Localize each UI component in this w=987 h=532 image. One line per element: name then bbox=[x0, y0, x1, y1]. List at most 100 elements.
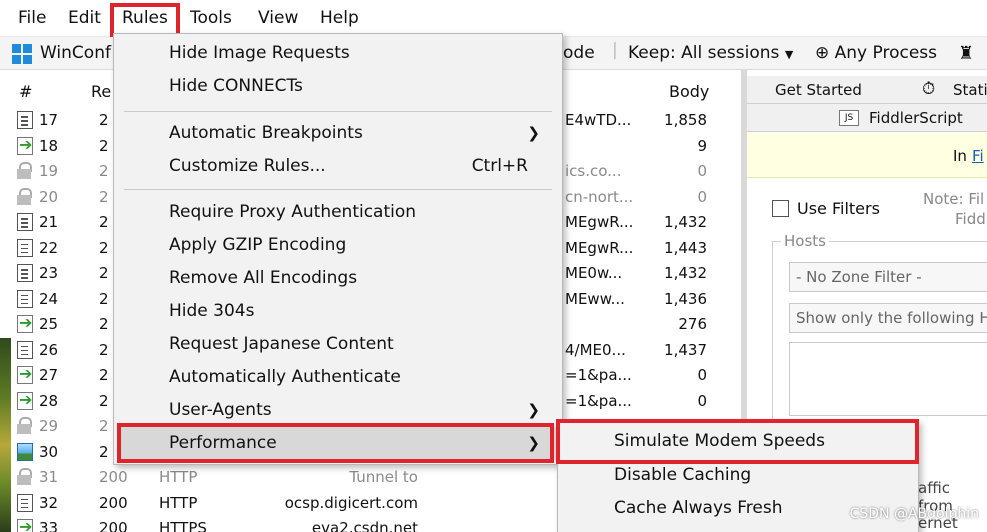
column-body[interactable]: Body bbox=[669, 82, 709, 101]
arrow-icon bbox=[17, 390, 33, 410]
row-result: 2 bbox=[99, 162, 109, 180]
column-number[interactable]: # bbox=[19, 82, 32, 101]
menu-item-hide-image-requests[interactable]: Hide Image Requests bbox=[114, 37, 564, 70]
any-process-button[interactable]: ⊕ Any Process bbox=[815, 43, 937, 63]
menu-item-hide-connects[interactable]: Hide CONNECTs bbox=[114, 70, 564, 103]
doc-icon bbox=[17, 493, 33, 512]
row-url: cn-nort... bbox=[565, 187, 634, 206]
lock-icon bbox=[17, 187, 33, 206]
row-result: 200 bbox=[99, 493, 128, 512]
doc-icon bbox=[17, 264, 33, 282]
rules-menu: Hide Image Requests Hide CONNECTs Automa… bbox=[113, 33, 563, 465]
hosts-textarea[interactable] bbox=[789, 342, 987, 416]
tab-get-started[interactable]: Get Started bbox=[775, 81, 862, 99]
menu-item-request-japanese[interactable]: Request Japanese Content bbox=[114, 328, 564, 361]
row-url: MEgwR... bbox=[565, 238, 634, 257]
menu-help[interactable]: Help bbox=[320, 8, 359, 28]
row-number: 30 bbox=[39, 442, 59, 461]
row-host: Tunnel to bbox=[349, 468, 418, 486]
menu-tools[interactable]: Tools bbox=[190, 8, 232, 28]
row-url: 4/ME0... bbox=[565, 340, 626, 359]
lock-icon bbox=[17, 417, 33, 435]
binoculars-icon[interactable]: ♜ bbox=[958, 43, 974, 64]
watermark: CSDN @ABdolphin bbox=[849, 506, 979, 522]
arrow-icon bbox=[17, 517, 33, 532]
winconfig-button[interactable]: WinConf bbox=[40, 43, 111, 63]
row-body: 1,432 bbox=[664, 264, 707, 282]
menu-item-hide-304s[interactable]: Hide 304s bbox=[114, 295, 564, 328]
tab-fiddlerscript[interactable]: FiddlerScript bbox=[869, 109, 963, 127]
info-link[interactable]: Fi bbox=[972, 147, 984, 165]
row-result: 2 bbox=[99, 340, 109, 359]
row-url: ics.co... bbox=[565, 162, 622, 180]
inspector-tabs: Get Started ⏱ Stati bbox=[747, 76, 987, 104]
row-url: =1&pa... bbox=[565, 391, 632, 410]
tab-statistics[interactable]: Stati bbox=[953, 81, 987, 99]
row-number: 18 bbox=[39, 136, 59, 155]
row-body: 0 bbox=[697, 162, 707, 180]
decode-button-label[interactable]: ode bbox=[563, 43, 595, 63]
row-body: 1,436 bbox=[664, 289, 707, 308]
menu-item-remove-all-encodings[interactable]: Remove All Encodings bbox=[114, 262, 564, 295]
filter-note-line2: Fidd bbox=[955, 210, 986, 228]
arrow-icon bbox=[17, 135, 33, 155]
row-result: 2 bbox=[99, 315, 109, 333]
use-filters-checkbox[interactable] bbox=[772, 200, 789, 217]
row-body: 0 bbox=[697, 391, 707, 410]
menu-item-label: Hide 304s bbox=[169, 301, 255, 321]
menu-item-label: Automatic Breakpoints bbox=[169, 123, 363, 143]
doc-icon bbox=[17, 340, 33, 359]
use-filters-label: Use Filters bbox=[797, 199, 880, 218]
menu-item-require-proxy-auth[interactable]: Require Proxy Authentication bbox=[114, 196, 564, 229]
menu-file[interactable]: File bbox=[18, 8, 46, 28]
script-icon: JS bbox=[839, 110, 859, 126]
row-number: 29 bbox=[39, 417, 59, 435]
keep-sessions-dropdown[interactable]: Keep: All sessions ▼ bbox=[628, 43, 793, 63]
menu-item-label: Automatically Authenticate bbox=[169, 367, 401, 387]
menu-separator bbox=[124, 189, 552, 190]
hosts-label: Hosts bbox=[781, 232, 829, 250]
info-text: In bbox=[953, 147, 967, 165]
shortcut-label: Ctrl+R bbox=[471, 156, 528, 176]
menu-item-apply-gzip[interactable]: Apply GZIP Encoding bbox=[114, 229, 564, 262]
host-filter-select[interactable]: Show only the following Ho bbox=[789, 303, 987, 333]
row-url: =1&pa... bbox=[565, 366, 632, 384]
row-result: 2 bbox=[99, 442, 109, 461]
menu-item-automatic-breakpoints[interactable]: Automatic Breakpoints ❯ bbox=[114, 117, 564, 150]
menu-item-label: User-Agents bbox=[169, 400, 272, 420]
menu-item-customize-rules[interactable]: Customize Rules... Ctrl+R bbox=[114, 150, 564, 183]
arrow-icon bbox=[17, 313, 33, 333]
windows-logo-icon bbox=[12, 44, 32, 64]
row-number: 33 bbox=[39, 519, 59, 532]
menu-view[interactable]: View bbox=[258, 8, 298, 28]
doc-icon bbox=[17, 213, 33, 231]
row-protocol: HTTP bbox=[159, 468, 198, 486]
row-number: 19 bbox=[39, 162, 59, 180]
row-host: ocsp.digicert.com bbox=[284, 493, 418, 512]
menu-edit[interactable]: Edit bbox=[68, 8, 101, 28]
row-number: 32 bbox=[39, 493, 59, 512]
row-result: 2 bbox=[99, 136, 109, 155]
row-body: 276 bbox=[678, 315, 707, 333]
filter-note-line1: Note: Fil bbox=[923, 190, 985, 208]
row-body: 1,858 bbox=[664, 111, 707, 129]
menu-item-label: Disable Caching bbox=[614, 465, 752, 485]
submenu-arrow-icon: ❯ bbox=[527, 124, 540, 142]
doc-icon bbox=[17, 238, 33, 257]
simulate-modem-highlight-box bbox=[556, 419, 919, 464]
info-banner: In Fi bbox=[747, 133, 987, 178]
submenu-arrow-icon: ❯ bbox=[527, 401, 540, 419]
arrow-icon bbox=[17, 364, 33, 384]
menu-item-label: Hide Image Requests bbox=[169, 43, 350, 63]
row-result: 2 bbox=[99, 111, 109, 129]
chevron-down-icon: ▼ bbox=[784, 48, 794, 61]
row-result: 2 bbox=[99, 187, 109, 206]
column-result[interactable]: Re bbox=[91, 82, 111, 101]
zone-filter-select[interactable]: - No Zone Filter - bbox=[789, 262, 987, 292]
row-number: 28 bbox=[39, 391, 59, 410]
any-process-label: Any Process bbox=[834, 43, 938, 63]
menu-bar: File Edit Rules Tools View Help bbox=[0, 0, 987, 38]
crosshair-icon: ⊕ bbox=[815, 43, 830, 63]
menu-item-auto-authenticate[interactable]: Automatically Authenticate bbox=[114, 361, 564, 394]
img-icon bbox=[17, 442, 33, 461]
